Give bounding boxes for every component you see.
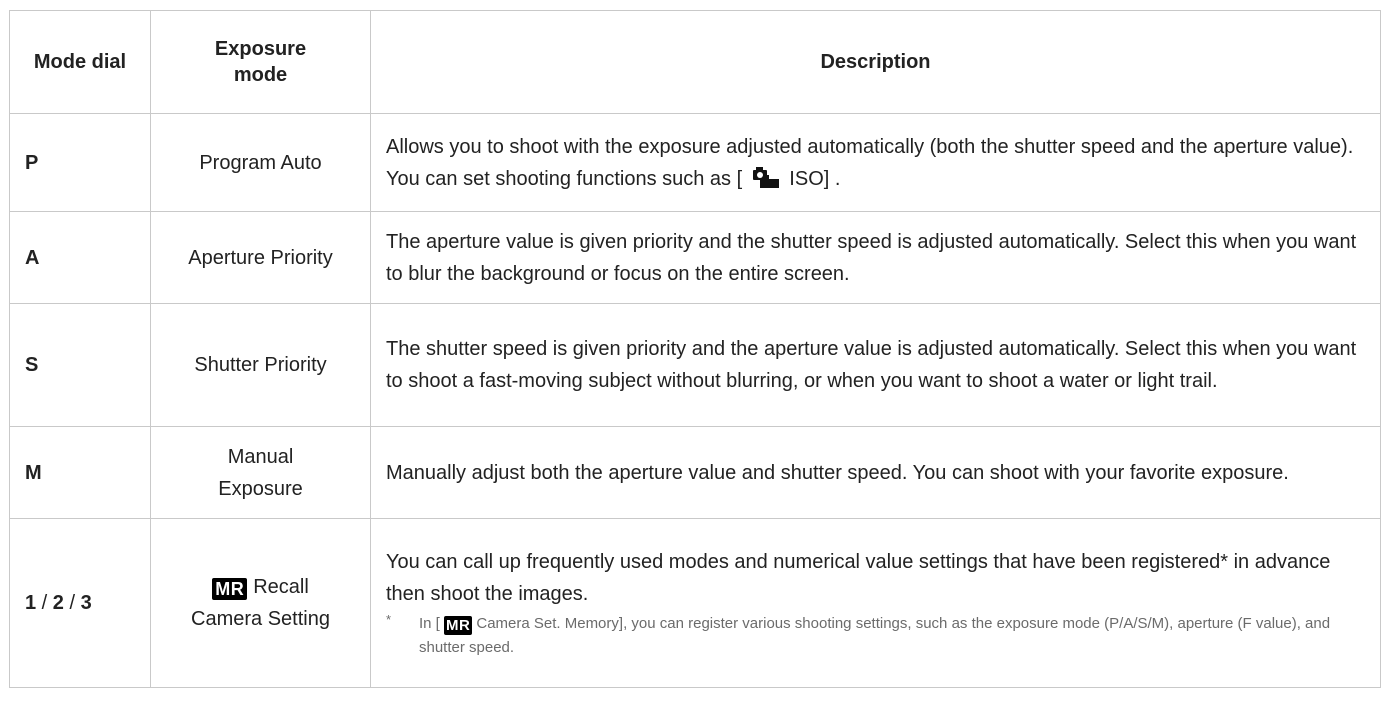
footnote-text-prefix: In [ [419, 615, 440, 632]
mode-dial-cell: A [9, 211, 151, 304]
exposure-mode-table: Mode dial Exposure mode Description P Pr… [9, 10, 1381, 688]
exposure-mode-cell: Shutter Priority [150, 303, 371, 427]
footnote: * In [ MR Camera Set. Memory], you can re… [386, 612, 1365, 660]
exposure-mode-cell: MR Recall Camera Setting [150, 518, 371, 688]
table-row: 1 / 2 / 3 MR Recall Camera Setting You ca… [9, 518, 1381, 688]
description-cell: Manually adjust both the aperture value … [370, 426, 1381, 519]
exposure-mode-cell: Aperture Priority [150, 211, 371, 304]
exposure-mode-line2: Exposure [218, 477, 303, 500]
exposure-mode-line1: Recall [253, 576, 309, 598]
table-row: A Aperture Priority The aperture value i… [9, 211, 1381, 304]
footnote-marker: * [386, 612, 392, 627]
exposure-mode-cell: Manual Exposure [150, 426, 371, 519]
description-text-suffix: ISO] . [789, 167, 841, 190]
mode-dial-cell: S [9, 303, 151, 427]
header-description: Description [370, 10, 1381, 114]
dial-value-2: 2 [52, 592, 64, 614]
header-exposure-mode-line2: mode [233, 64, 288, 86]
footnote-text: Camera Set. Memory], you can register va… [419, 615, 1331, 656]
memory-recall-icon: MR [444, 616, 473, 635]
description-text: Allows you to shoot with the exposure ad… [386, 135, 1354, 190]
dial-separator: / [36, 592, 53, 614]
table-row: M Manual Exposure Manually adjust both t… [9, 426, 1381, 519]
description-cell: The aperture value is given priority and… [370, 211, 1381, 304]
description-cell: The shutter speed is given priority and … [370, 303, 1381, 427]
dial-separator: / [63, 592, 81, 614]
header-exposure-mode: Exposure mode [150, 10, 371, 114]
exposure-mode-cell: Program Auto [150, 113, 371, 212]
description-cell: Allows you to shoot with the exposure ad… [370, 113, 1381, 212]
table-row: P Program Auto Allows you to shoot with … [9, 113, 1381, 212]
table-row: S Shutter Priority The shutter speed is … [9, 303, 1381, 427]
memory-recall-icon: MR [212, 578, 248, 600]
exposure-mode-line2: Camera Setting [191, 608, 330, 630]
table-header-row: Mode dial Exposure mode Description [9, 10, 1381, 114]
description-text: You can call up frequently used modes an… [386, 551, 1331, 605]
exposure-mode-line1: Manual [227, 445, 294, 468]
mode-dial-cell: 1 / 2 / 3 [9, 518, 151, 688]
mode-dial-cell: P [9, 113, 151, 212]
dial-value-3: 3 [80, 592, 92, 614]
dial-value-1: 1 [25, 592, 37, 614]
description-cell: You can call up frequently used modes an… [370, 518, 1381, 688]
header-exposure-mode-line1: Exposure [214, 38, 307, 60]
header-mode-dial: Mode dial [9, 10, 151, 114]
camera-iso-icon [752, 166, 779, 188]
mode-dial-cell: M [9, 426, 151, 519]
